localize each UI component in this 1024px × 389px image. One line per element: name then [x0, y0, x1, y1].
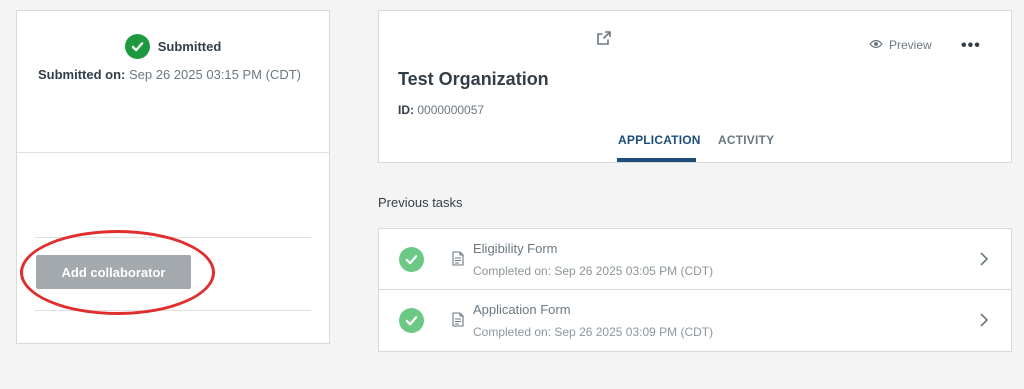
- divider: [17, 152, 329, 153]
- document-icon: [452, 251, 464, 271]
- submitted-on-label: Submitted on:: [38, 67, 126, 82]
- previous-tasks-heading: Previous tasks: [378, 195, 463, 210]
- organization-card: Preview ••• Test Organization ID: 000000…: [378, 10, 1012, 163]
- preview-button[interactable]: Preview: [869, 38, 932, 52]
- task-completed-on: Completed on: Sep 26 2025 03:09 PM (CDT): [473, 325, 714, 339]
- organization-title: Test Organization: [398, 69, 549, 89]
- active-tab-indicator: [617, 158, 696, 162]
- chevron-right-icon[interactable]: [979, 251, 989, 272]
- task-completed-on: Completed on: Sep 26 2025 03:05 PM (CDT): [473, 264, 714, 278]
- previous-tasks-list: Eligibility Form Completed on: Sep 26 20…: [378, 228, 1012, 352]
- add-collaborator-button[interactable]: Add collaborator: [36, 255, 191, 289]
- organization-id-label: ID:: [398, 103, 414, 117]
- chevron-right-icon[interactable]: [979, 312, 989, 333]
- submitted-on: Submitted on: Sep 26 2025 03:15 PM (CDT): [38, 67, 301, 82]
- task-row-application-form[interactable]: Application Form Completed on: Sep 26 20…: [379, 290, 1011, 351]
- more-options-icon[interactable]: •••: [961, 37, 981, 55]
- task-name: Application Form: [473, 302, 571, 317]
- submitted-on-value: Sep 26 2025 03:15 PM (CDT): [129, 67, 301, 82]
- organization-id-value: 0000000057: [417, 103, 485, 117]
- organization-id: ID: 0000000057: [398, 103, 484, 117]
- divider: [35, 310, 311, 311]
- eye-icon: [869, 38, 883, 52]
- external-link-icon[interactable]: [596, 30, 612, 46]
- tab-application[interactable]: APPLICATION: [618, 133, 701, 147]
- check-circle-icon: [124, 34, 150, 59]
- check-circle-icon: [399, 247, 424, 272]
- document-icon: [452, 312, 464, 332]
- preview-label: Preview: [889, 38, 932, 52]
- tab-activity[interactable]: ACTIVITY: [718, 133, 774, 147]
- submission-status-panel: Submitted Submitted on: Sep 26 2025 03:1…: [16, 10, 330, 344]
- status-row: Submitted: [17, 34, 329, 59]
- task-name: Eligibility Form: [473, 241, 558, 256]
- divider: [35, 237, 311, 238]
- task-row-eligibility-form[interactable]: Eligibility Form Completed on: Sep 26 20…: [379, 229, 1011, 290]
- check-circle-icon: [399, 308, 424, 333]
- status-label: Submitted: [157, 39, 222, 54]
